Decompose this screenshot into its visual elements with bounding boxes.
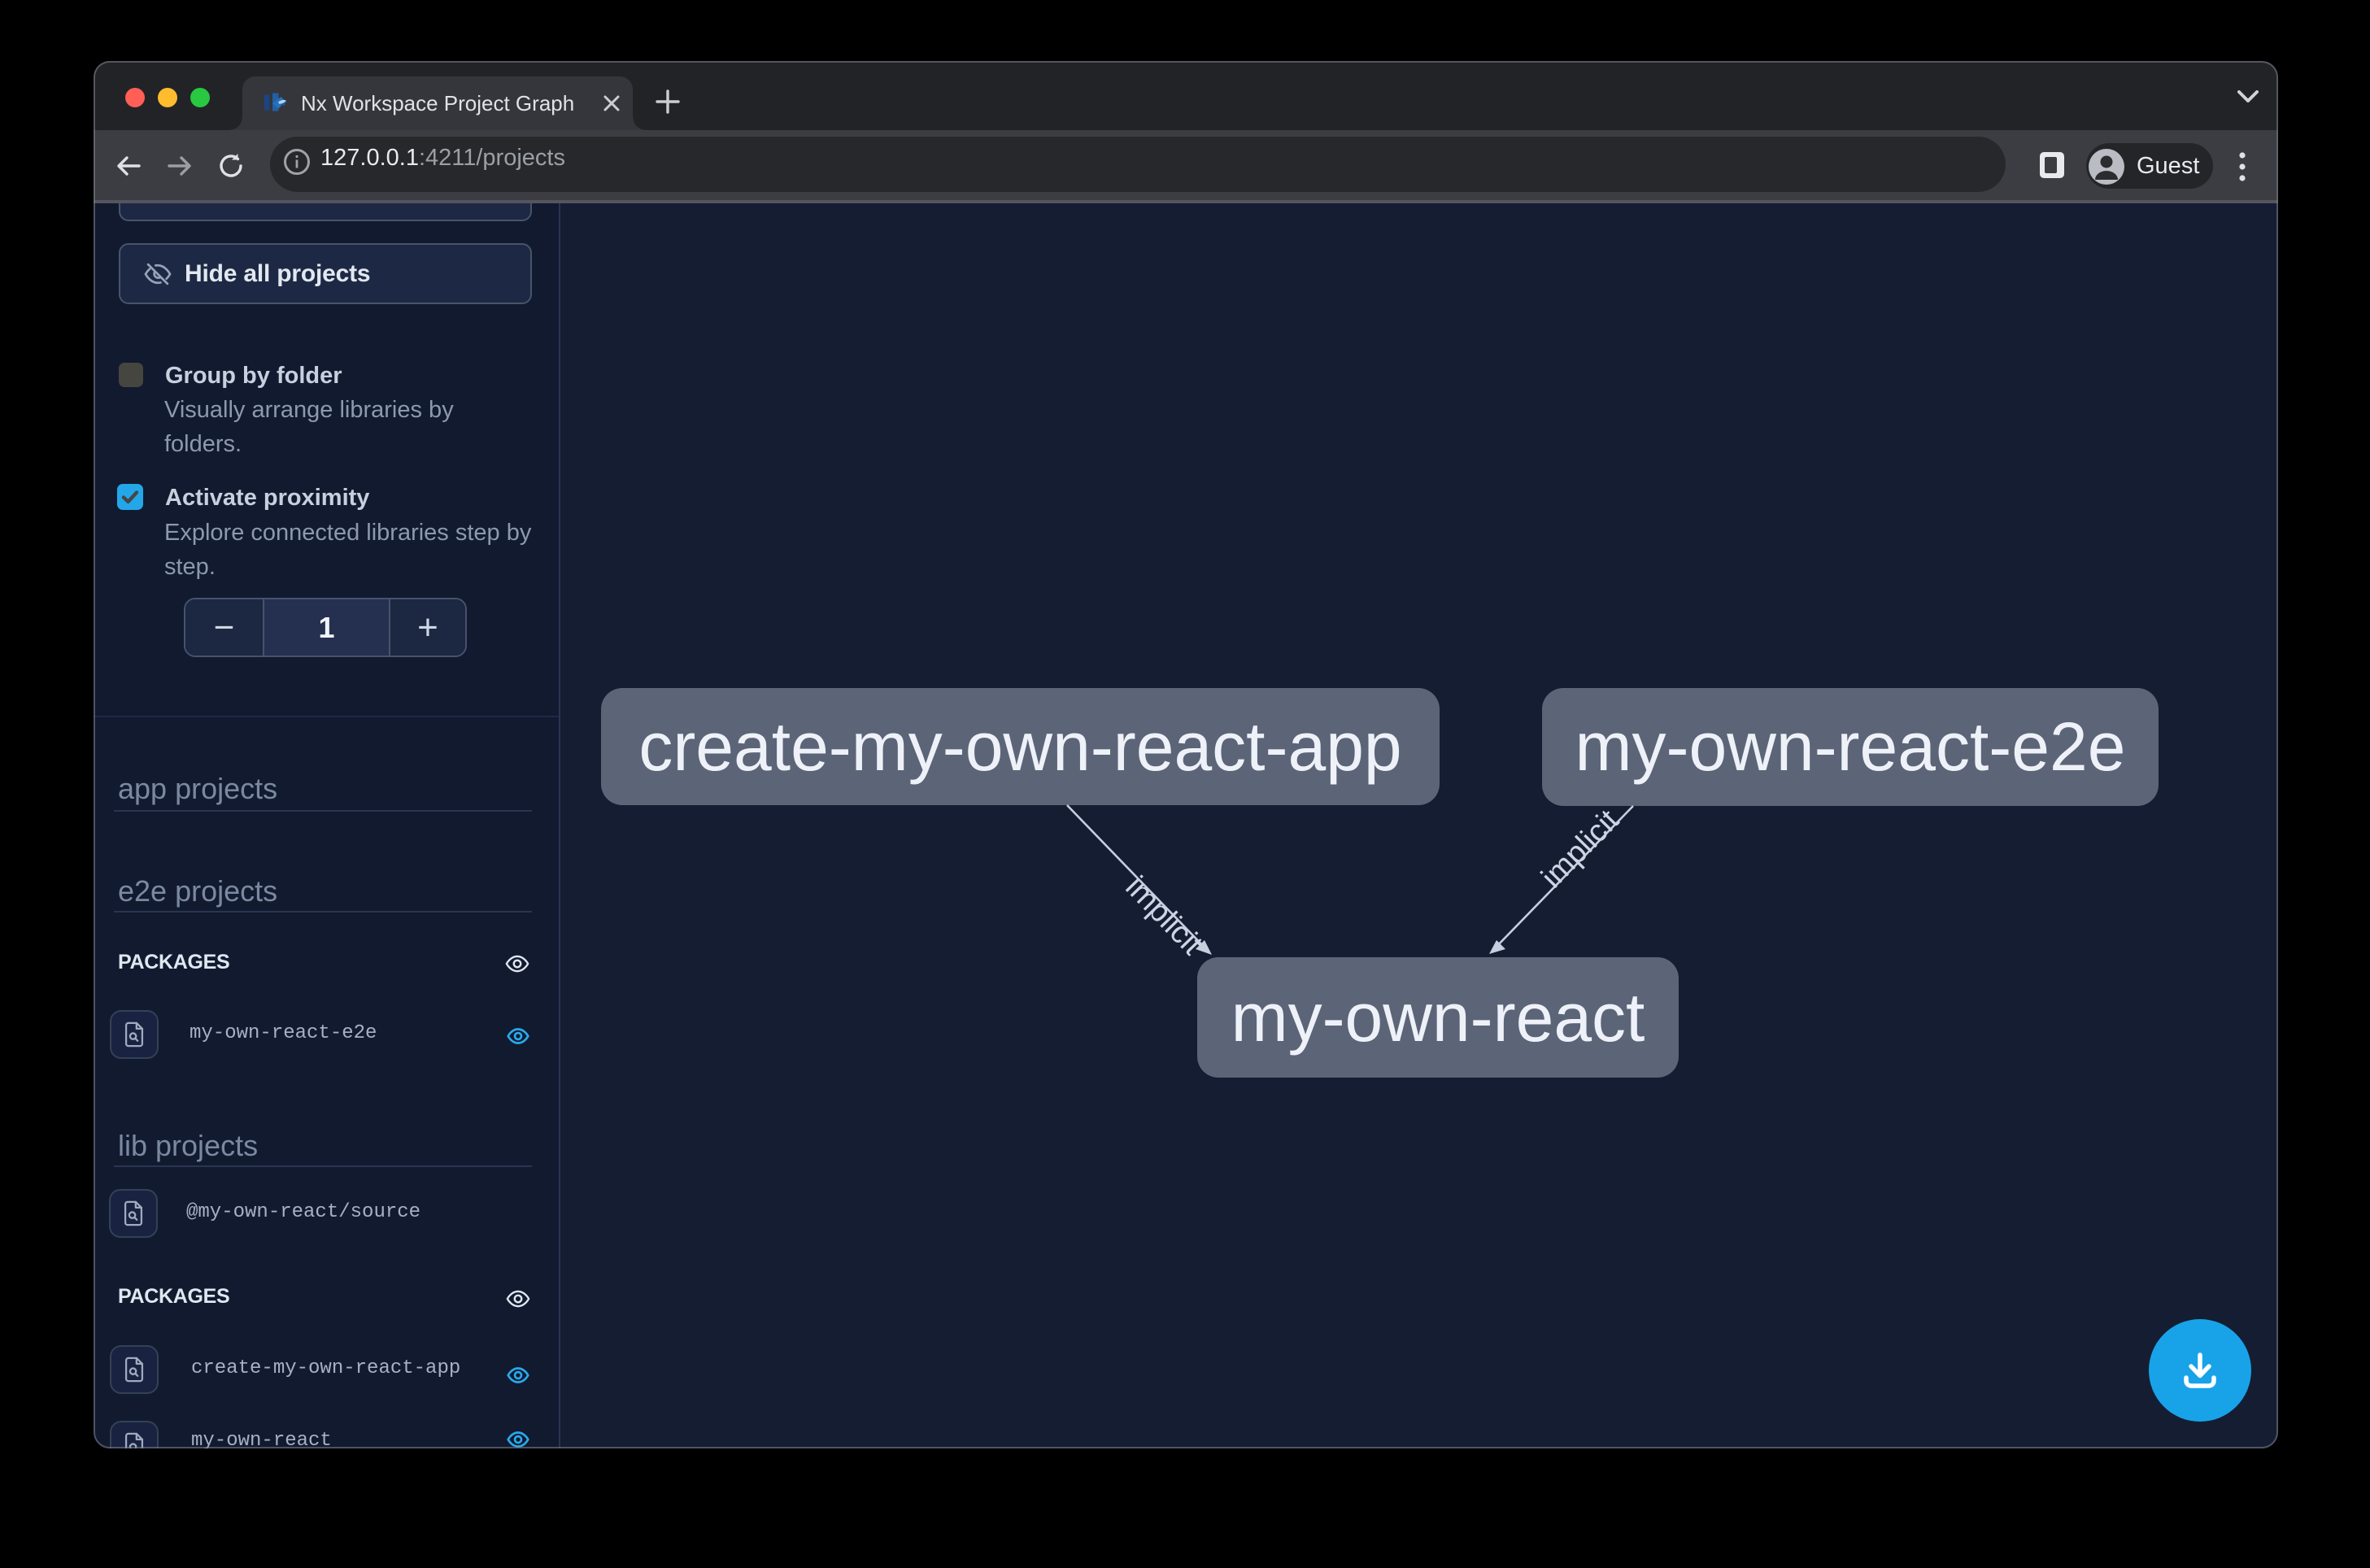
svg-text:implicit: implicit: [1535, 804, 1626, 895]
svg-text:implicit: implicit: [1119, 870, 1209, 962]
